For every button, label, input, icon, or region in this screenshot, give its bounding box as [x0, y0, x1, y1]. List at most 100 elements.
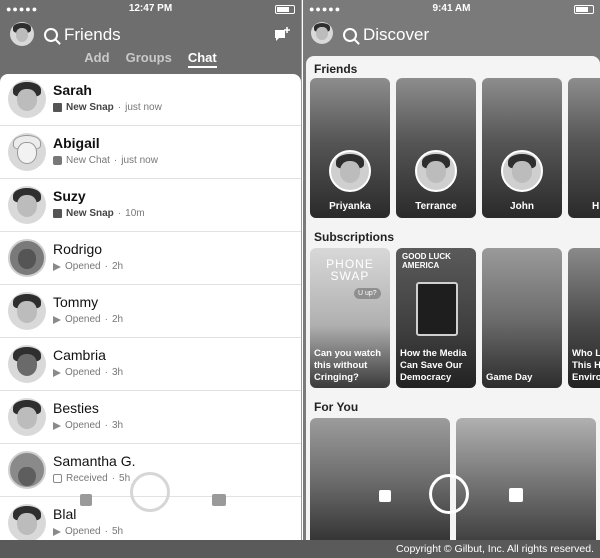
- bottom-nav: [0, 472, 301, 540]
- chat-name: Samantha G.: [53, 453, 136, 469]
- avatar: [8, 292, 46, 330]
- friend-name: H: [592, 201, 600, 212]
- friend-story-card[interactable]: Priyanka: [310, 78, 390, 218]
- friend-story-card[interactable]: Terrance: [396, 78, 476, 218]
- avatar: [8, 239, 46, 277]
- status-time: 12:47 PM: [128, 3, 173, 14]
- status-bar: ●●●●● 9:41 AM: [303, 0, 600, 18]
- friend-name: Priyanka: [329, 201, 371, 212]
- profile-avatar[interactable]: [311, 22, 333, 44]
- friend-story-card[interactable]: H: [568, 78, 600, 218]
- chat-row-cambria[interactable]: Cambria Opened · 3h: [0, 339, 301, 391]
- subscription-art-text: PHONE SWAP: [326, 257, 374, 283]
- subscription-title: Game Day: [486, 372, 533, 383]
- tv-icon: [416, 282, 458, 336]
- discover-screen: ●●●●● 9:41 AM Discover Friends Priyanka …: [303, 0, 600, 540]
- chat-row-sarah[interactable]: Sarah New Snap · just now: [0, 74, 301, 126]
- chat-time: 3h: [111, 420, 124, 431]
- subscription-card[interactable]: Who L This H Enviro: [568, 248, 600, 388]
- battery-icon: [275, 5, 295, 14]
- chat-name: Rodrigo: [53, 241, 103, 257]
- friend-avatar: [415, 150, 457, 192]
- separator: ·: [113, 155, 118, 166]
- header-title[interactable]: Discover: [343, 25, 429, 45]
- section-title-subscriptions: Subscriptions: [314, 230, 395, 244]
- avatar: [8, 80, 46, 118]
- chat-time: 2h: [111, 314, 124, 325]
- status-time: 9:41 AM: [432, 3, 471, 14]
- separator: ·: [104, 314, 108, 325]
- chat-bubble: U up?: [354, 288, 381, 299]
- subscription-card[interactable]: GOOD LUCK AMERICA How the Media Can Save…: [396, 248, 476, 388]
- friend-story-card[interactable]: John: [482, 78, 562, 218]
- page-title: Friends: [64, 25, 121, 44]
- opened-arrow-icon: [53, 421, 61, 430]
- avatar: [8, 186, 46, 224]
- page-title: Discover: [363, 25, 430, 44]
- chat-name: Cambria: [53, 347, 106, 363]
- tab-add[interactable]: Add: [84, 50, 109, 68]
- chat-name: Sarah: [53, 82, 92, 98]
- chat-status: New Chat: [66, 155, 110, 166]
- chat-time: 2h: [111, 261, 124, 272]
- status-bar: ●●●●● 12:47 PM: [0, 0, 301, 18]
- separator: ·: [104, 367, 108, 378]
- section-title-friends: Friends: [314, 62, 358, 76]
- group-avatar: [8, 398, 46, 436]
- friend-name: John: [510, 201, 534, 212]
- section-title-for-you: For You: [314, 400, 359, 414]
- chat-status: Opened: [65, 314, 101, 325]
- chat-time: 3h: [111, 367, 124, 378]
- opened-arrow-icon: [53, 262, 61, 271]
- subscription-card[interactable]: Game Day: [482, 248, 562, 388]
- chat-time: just now: [121, 155, 158, 166]
- chat-row-rodrigo[interactable]: Rodrigo Opened · 2h: [0, 233, 301, 285]
- friend-avatar: [329, 150, 371, 192]
- capture-button[interactable]: [130, 472, 170, 512]
- tab-bar: Add Groups Chat: [0, 50, 301, 68]
- chat-row-besties[interactable]: Besties Opened · 3h: [0, 392, 301, 444]
- copyright-footer: Copyright © Gilbut, Inc. All rights rese…: [0, 540, 600, 558]
- avatar: [8, 345, 46, 383]
- capture-button[interactable]: [429, 474, 469, 514]
- tab-chat[interactable]: Chat: [187, 50, 217, 68]
- new-snap-icon: [53, 209, 62, 218]
- chat-name: Besties: [53, 400, 99, 416]
- chat-row-tommy[interactable]: Tommy Opened · 2h: [0, 286, 301, 338]
- profile-avatar[interactable]: [10, 22, 34, 46]
- subscription-title: Can you watch this without Cringing?: [314, 348, 382, 383]
- chat-list: Sarah New Snap · just now Abigail New Ch…: [0, 74, 301, 540]
- bottom-nav: [303, 474, 600, 540]
- chat-status: Opened: [65, 261, 101, 272]
- separator: ·: [117, 208, 122, 219]
- chat-name: Abigail: [53, 135, 100, 151]
- chat-status: Opened: [65, 367, 101, 378]
- chat-nav-icon[interactable]: [379, 490, 391, 502]
- separator: ·: [117, 102, 122, 113]
- discover-nav-icon[interactable]: [212, 494, 226, 506]
- discover-nav-icon[interactable]: [509, 488, 523, 502]
- chat-status: New Snap: [66, 208, 114, 219]
- new-chat-icon[interactable]: [273, 26, 291, 42]
- separator: ·: [104, 261, 108, 272]
- friends-screen: ●●●●● 12:47 PM Friends Add Groups Chat S…: [0, 0, 302, 540]
- search-icon[interactable]: [343, 28, 357, 42]
- header-title[interactable]: Friends: [44, 25, 121, 45]
- chat-time: just now: [125, 102, 162, 113]
- chat-time: 10m: [125, 208, 145, 219]
- chat-status: New Snap: [66, 102, 114, 113]
- opened-arrow-icon: [53, 315, 61, 324]
- chat-status: Opened: [65, 420, 101, 431]
- friend-avatar: [501, 150, 543, 192]
- separator: ·: [104, 420, 108, 431]
- subscription-card[interactable]: PHONE SWAP U up? Can you watch this with…: [310, 248, 390, 388]
- search-icon[interactable]: [44, 28, 58, 42]
- new-snap-icon: [53, 103, 62, 112]
- chat-row-abigail[interactable]: Abigail New Chat · just now: [0, 127, 301, 179]
- tab-groups[interactable]: Groups: [126, 50, 172, 68]
- friend-name: Terrance: [415, 201, 457, 212]
- new-chat-icon: [53, 156, 62, 165]
- opened-arrow-icon: [53, 368, 61, 377]
- chat-row-suzy[interactable]: Suzy New Snap · 10m: [0, 180, 301, 232]
- chat-nav-icon[interactable]: [80, 494, 92, 506]
